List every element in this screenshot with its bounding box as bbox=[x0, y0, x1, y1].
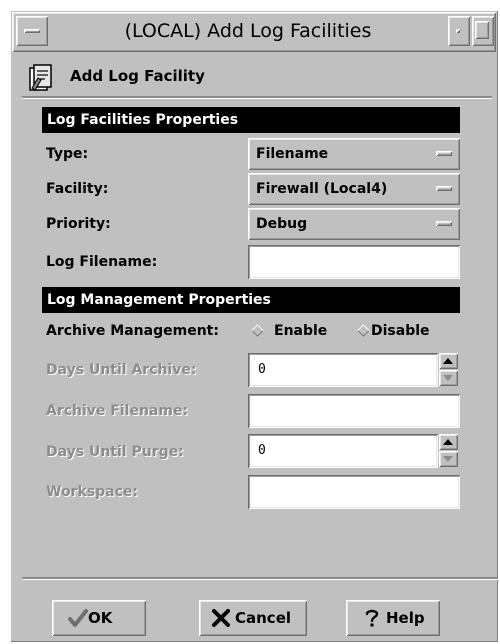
archive-filename-label: Archive Filename: bbox=[46, 403, 189, 419]
dialog-header: Add Log Facility bbox=[24, 58, 494, 98]
button-area-divider bbox=[22, 577, 498, 580]
priority-option-menu[interactable]: Debug bbox=[248, 208, 460, 240]
cancel-button-label: Cancel bbox=[235, 609, 292, 627]
maximize-button[interactable] bbox=[472, 16, 494, 46]
log-filename-input[interactable] bbox=[248, 245, 460, 279]
days-until-archive-value: 0 bbox=[258, 362, 266, 377]
facility-option-menu[interactable]: Firewall (Local4) bbox=[248, 173, 460, 205]
decrement-button[interactable] bbox=[439, 451, 458, 467]
option-menu-indicator-icon bbox=[436, 151, 452, 156]
days-until-purge-spinner[interactable] bbox=[439, 434, 458, 468]
archive-disable-label: Disable bbox=[371, 323, 430, 339]
option-menu-indicator-icon bbox=[436, 186, 452, 191]
type-option-menu[interactable]: Filename bbox=[248, 138, 460, 170]
priority-label: Priority: bbox=[46, 216, 111, 232]
days-until-archive-label: Days Until Archive: bbox=[46, 362, 197, 378]
type-value: Filename bbox=[256, 146, 329, 162]
facility-label: Facility: bbox=[46, 181, 109, 197]
days-until-purge-value: 0 bbox=[258, 443, 266, 458]
arrow-down-icon bbox=[443, 456, 453, 462]
facility-value: Firewall (Local4) bbox=[256, 181, 388, 197]
log-facilities-section-header: Log Facilities Properties bbox=[42, 107, 460, 133]
help-question-icon bbox=[365, 609, 379, 627]
title-bar[interactable]: (LOCAL) Add Log Facilities bbox=[12, 12, 496, 52]
dialog-header-title: Add Log Facility bbox=[70, 67, 205, 85]
archive-management-label: Archive Management: bbox=[46, 323, 219, 339]
archive-enable-radio[interactable]: Enable bbox=[251, 321, 343, 343]
arrow-up-icon bbox=[443, 358, 453, 364]
minimize-icon bbox=[456, 29, 460, 33]
cancel-button[interactable]: Cancel bbox=[199, 600, 307, 636]
log-filename-label: Log Filename: bbox=[46, 254, 158, 270]
window-menu-icon bbox=[24, 29, 40, 33]
ok-button-label: OK bbox=[88, 609, 113, 627]
window-menu-button[interactable] bbox=[16, 16, 48, 46]
increment-button[interactable] bbox=[439, 434, 458, 450]
days-until-archive-spinner[interactable] bbox=[439, 353, 458, 387]
ok-button[interactable]: OK bbox=[52, 600, 146, 636]
close-x-icon bbox=[212, 609, 230, 627]
days-until-archive-input[interactable]: 0 bbox=[248, 353, 438, 387]
log-facility-icon bbox=[29, 64, 52, 91]
days-until-purge-label: Days Until Purge: bbox=[46, 444, 184, 460]
days-until-purge-input[interactable]: 0 bbox=[248, 434, 438, 468]
dialog-window: (LOCAL) Add Log Facilities Add Log Facil… bbox=[10, 10, 498, 642]
header-divider bbox=[22, 96, 492, 99]
minimize-button[interactable] bbox=[448, 16, 470, 46]
workspace-input[interactable] bbox=[248, 475, 460, 509]
increment-button[interactable] bbox=[439, 353, 458, 369]
archive-disable-radio[interactable]: Disable bbox=[357, 321, 451, 343]
help-button-label: Help bbox=[386, 609, 425, 627]
maximize-icon bbox=[475, 21, 489, 39]
decrement-button[interactable] bbox=[439, 370, 458, 386]
checkmark-icon bbox=[68, 609, 88, 627]
workspace-label: Workspace: bbox=[46, 484, 138, 500]
option-menu-indicator-icon bbox=[436, 221, 452, 226]
type-label: Type: bbox=[46, 146, 89, 162]
radio-diamond-icon bbox=[251, 324, 264, 337]
help-button[interactable]: Help bbox=[346, 600, 440, 636]
arrow-up-icon bbox=[443, 439, 453, 445]
priority-value: Debug bbox=[256, 216, 308, 232]
archive-enable-label: Enable bbox=[274, 323, 328, 339]
radio-diamond-icon bbox=[357, 324, 370, 337]
log-management-section-header: Log Management Properties bbox=[42, 287, 460, 313]
arrow-down-icon bbox=[443, 375, 453, 381]
window-title: (LOCAL) Add Log Facilities bbox=[124, 20, 372, 42]
archive-filename-input[interactable] bbox=[248, 394, 460, 428]
